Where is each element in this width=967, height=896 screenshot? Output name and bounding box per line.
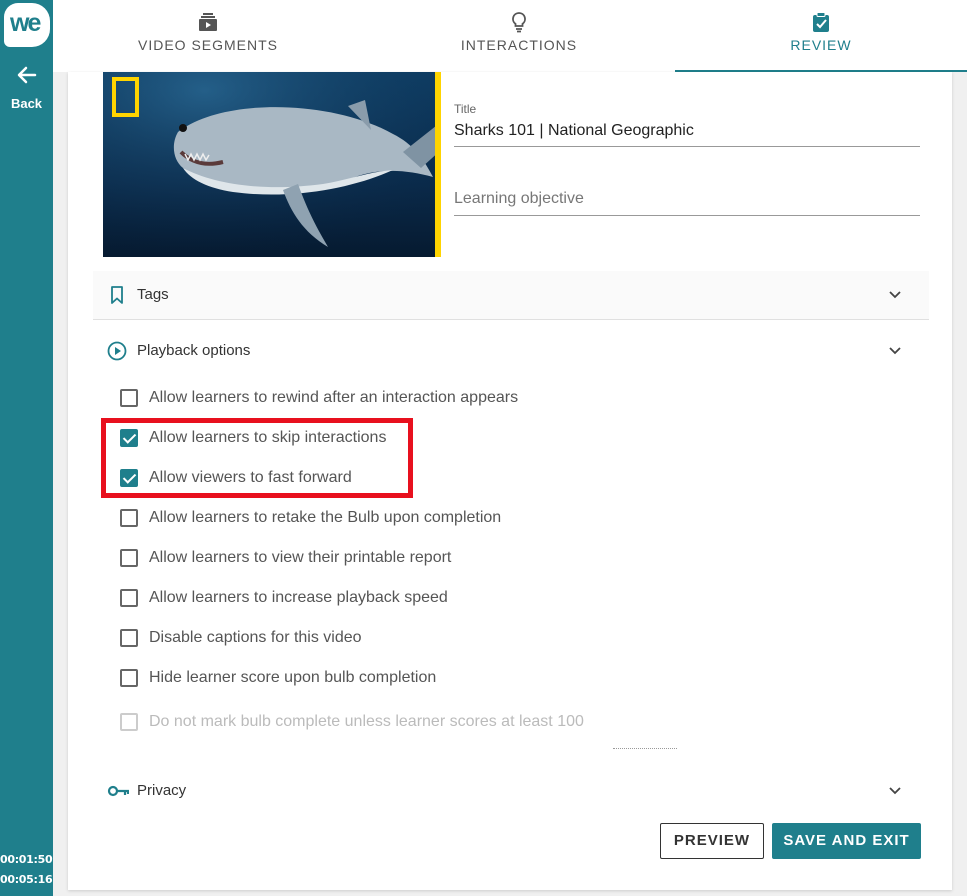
checkbox-checked[interactable]	[120, 469, 138, 487]
lightbulb-icon	[512, 12, 526, 33]
option-label: Disable captions for this video	[149, 629, 362, 646]
preview-button[interactable]: PREVIEW	[660, 823, 764, 859]
app-logo: we	[4, 3, 50, 47]
chevron-down-icon	[889, 291, 901, 299]
national-geographic-logo	[112, 77, 139, 117]
option-label: Allow learners to view their printable r…	[149, 549, 452, 566]
title-input[interactable]: Sharks 101 | National Geographic	[454, 121, 920, 147]
privacy-label: Privacy	[137, 782, 187, 799]
checkbox[interactable]	[120, 389, 138, 407]
option-label: Hide learner score upon bulb completion	[149, 669, 437, 686]
option-label: Allow learners to increase playback spee…	[149, 589, 448, 606]
checkbox[interactable]	[120, 669, 138, 687]
title-label: Title	[454, 102, 477, 116]
tab-interactions-label: INTERACTIONS	[460, 37, 578, 53]
tab-interactions[interactable]: INTERACTIONS	[363, 0, 675, 72]
tab-bar: VIDEO SEGMENTS INTERACTIONS REVIEW	[53, 0, 967, 72]
bookmark-icon	[111, 286, 123, 304]
video-segments-icon	[199, 13, 217, 31]
option-label: Allow learners to skip interactions	[149, 429, 387, 446]
tab-video-segments-label: VIDEO SEGMENTS	[137, 37, 279, 53]
left-rail: we Back 00:01:50 00:05:16	[0, 0, 53, 896]
tags-label: Tags	[137, 286, 169, 303]
min-score-underline	[613, 748, 677, 749]
clipboard-check-icon	[813, 12, 829, 32]
tags-section-header[interactable]: Tags	[93, 271, 929, 319]
tab-video-segments[interactable]: VIDEO SEGMENTS	[53, 0, 363, 72]
video-thumbnail[interactable]	[103, 72, 441, 257]
checkbox[interactable]	[120, 629, 138, 647]
learning-objective-input[interactable]: Learning objective	[454, 190, 920, 216]
total-time: 00:05:16	[0, 873, 53, 886]
key-icon	[107, 785, 129, 797]
review-card: Title Sharks 101 | National Geographic L…	[68, 72, 952, 890]
current-time: 00:01:50	[0, 853, 53, 866]
checkbox-checked[interactable]	[120, 429, 138, 447]
chevron-down-icon	[889, 347, 901, 355]
checkbox-disabled	[120, 713, 138, 731]
checkbox[interactable]	[120, 509, 138, 527]
section-divider	[93, 319, 929, 320]
play-circle-icon	[107, 341, 127, 361]
playback-options-label: Playback options	[137, 342, 251, 359]
checkbox[interactable]	[120, 549, 138, 567]
option-label: Allow learners to rewind after an intera…	[149, 389, 519, 406]
option-label: Allow viewers to fast forward	[149, 469, 352, 486]
playback-section-header[interactable]: Playback options	[93, 327, 929, 375]
option-label: Do not mark bulb complete unless learner…	[149, 713, 584, 730]
arrow-left-icon	[0, 64, 53, 91]
tab-review-label: REVIEW	[790, 37, 852, 53]
chevron-down-icon	[889, 787, 901, 795]
back-button[interactable]: Back	[0, 64, 53, 111]
tab-review[interactable]: REVIEW	[675, 0, 967, 72]
thumbnail-accent-bar	[435, 72, 441, 257]
min-score-input: 100	[557, 713, 584, 730]
back-label: Back	[10, 96, 43, 111]
save-and-exit-button[interactable]: SAVE AND EXIT	[772, 823, 921, 859]
shark-image	[103, 72, 441, 257]
checkbox[interactable]	[120, 589, 138, 607]
privacy-section-header[interactable]: Privacy	[93, 767, 929, 815]
option-label: Allow learners to retake the Bulb upon c…	[149, 509, 502, 526]
